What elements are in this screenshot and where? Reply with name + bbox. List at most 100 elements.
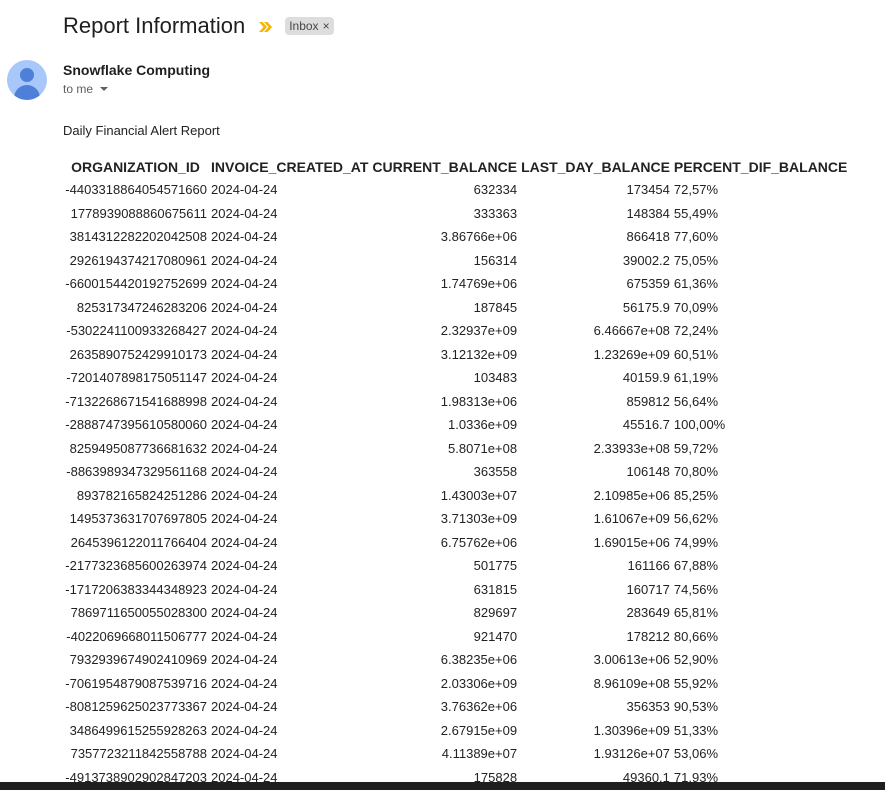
current-balance-cell: 829697 [473, 605, 518, 621]
invoice-created-at-cell: 2024-04-24 [211, 605, 278, 621]
percent-dif-balance-cell: 61,19% [673, 370, 718, 386]
last-day-balance-cell: 356353 [626, 699, 670, 715]
table-row: -8863989347329561168 2024-04-24 363558 1061… [62, 460, 849, 484]
organization-id-cell: 3486499615255928263 [69, 722, 207, 738]
last-day-balance-cell: 39002.2 [622, 252, 670, 268]
percent-dif-balance-cell: 85,25% [673, 487, 718, 503]
sender-name[interactable]: Snowflake Computing [63, 62, 210, 78]
invoice-created-at-cell: 2024-04-24 [211, 205, 278, 221]
percent-dif-balance-cell: 51,33% [673, 722, 718, 738]
invoice-created-at-cell: 2024-04-24 [211, 370, 278, 386]
last-day-balance-cell: 1.61067e+09 [593, 511, 670, 527]
organization-id-cell: 825317347246283206 [76, 299, 207, 315]
invoice-created-at-cell: 2024-04-24 [211, 417, 278, 433]
percent-dif-balance-cell: 72,57% [673, 182, 718, 198]
percent-dif-balance-cell: 65,81% [673, 605, 718, 621]
current-balance-cell: 363558 [473, 464, 518, 480]
current-balance-cell: 1.74769e+06 [440, 276, 518, 292]
current-balance-cell: 631815 [473, 581, 518, 597]
current-balance-cell: 6.75762e+06 [440, 534, 518, 550]
table-row: -4022069668011506777 2024-04-24 921470 1782… [62, 625, 849, 649]
table-row: -5302241100933268427 2024-04-24 2.32937e+0… [62, 319, 849, 343]
last-day-balance-cell: 106148 [626, 464, 670, 480]
organization-id-cell: 1495373631707697805 [69, 511, 207, 527]
inbox-label-chip[interactable]: Inbox × [285, 17, 334, 35]
column-header-last-day-balance: LAST_DAY_BALANCE [521, 158, 670, 175]
last-day-balance-cell: 1.30396e+09 [593, 722, 670, 738]
current-balance-cell: 2.67915e+09 [440, 722, 518, 738]
organization-id-cell: -8081259625023773367 [65, 699, 207, 715]
percent-dif-balance-cell: 74,56% [673, 581, 718, 597]
table-row: 2926194374217080961 2024-04-24 156314 39002… [62, 249, 849, 273]
percent-dif-balance-cell: 53,06% [673, 746, 718, 762]
percent-dif-balance-cell: 55,49% [673, 205, 718, 221]
last-day-balance-cell: 866418 [626, 229, 670, 245]
organization-id-cell: -7061954879087539716 [65, 675, 207, 691]
table-row: -4403318864054571660 2024-04-24 632334 1734… [62, 178, 849, 202]
organization-id-cell: -2177323685600263974 [65, 558, 207, 574]
organization-id-cell: -4403318864054571660 [65, 182, 207, 198]
last-day-balance-cell: 283649 [626, 605, 670, 621]
invoice-created-at-cell: 2024-04-24 [211, 722, 278, 738]
last-day-balance-cell: 859812 [626, 393, 670, 409]
sender-avatar[interactable] [7, 60, 47, 100]
current-balance-cell: 3.12132e+09 [440, 346, 518, 362]
percent-dif-balance-cell: 67,88% [673, 558, 718, 574]
table-row: 7869711650055028300 2024-04-24 829697 28364… [62, 601, 849, 625]
organization-id-cell: 7932939674902410969 [69, 652, 207, 668]
organization-id-cell: 3814312282202042508 [69, 229, 207, 245]
last-day-balance-cell: 161166 [627, 558, 670, 574]
table-row: -8081259625023773367 2024-04-24 3.76362e+0… [62, 695, 849, 719]
last-day-balance-cell: 56175.9 [622, 299, 670, 315]
percent-dif-balance-cell: 77,60% [673, 229, 718, 245]
table-row: -7132268671541688998 2024-04-24 1.98313e+0… [62, 390, 849, 414]
organization-id-cell: -4022069668011506777 [66, 628, 207, 644]
last-day-balance-cell: 675359 [626, 276, 670, 292]
current-balance-cell: 3.71303e+09 [440, 511, 518, 527]
current-balance-cell: 187845 [473, 299, 518, 315]
current-balance-cell: 632334 [473, 182, 518, 198]
current-balance-cell: 1.98313e+06 [440, 393, 518, 409]
table-row: 893782165824251286 2024-04-24 1.43003e+07 2… [62, 484, 849, 508]
organization-id-cell: 7357723211842558788 [70, 746, 207, 762]
organization-id-cell: -2888747395610580060 [65, 417, 207, 433]
percent-dif-balance-cell: 56,62% [673, 511, 718, 527]
percent-dif-balance-cell: 90,53% [673, 699, 718, 715]
percent-dif-balance-cell: 80,66% [673, 628, 718, 644]
current-balance-cell: 156314 [473, 252, 518, 268]
invoice-created-at-cell: 2024-04-24 [211, 746, 278, 762]
invoice-created-at-cell: 2024-04-24 [211, 628, 278, 644]
table-row: -6600154420192752699 2024-04-24 1.74769e+0… [62, 272, 849, 296]
invoice-created-at-cell: 2024-04-24 [211, 440, 278, 456]
table-row: 1778939088860675611 2024-04-24 333363 14838… [62, 202, 849, 226]
last-day-balance-cell: 148384 [626, 205, 670, 221]
last-day-balance-cell: 178212 [626, 628, 670, 644]
last-day-balance-cell: 6.46667e+08 [593, 323, 670, 339]
current-balance-cell: 921470 [473, 628, 518, 644]
recipient-details-toggle[interactable]: to me [63, 82, 109, 96]
last-day-balance-cell: 2.33933e+08 [593, 440, 670, 456]
percent-dif-balance-cell: 61,36% [673, 276, 718, 292]
percent-dif-balance-cell: 52,90% [673, 652, 718, 668]
chevron-down-icon[interactable] [100, 87, 109, 91]
organization-id-cell: -1717206383344348923 [65, 581, 207, 597]
subject-row: Report Information Inbox × [63, 10, 334, 42]
inbox-label-text: Inbox [289, 19, 319, 33]
last-day-balance-cell: 2.10985e+06 [593, 487, 670, 503]
table-body: -4403318864054571660 2024-04-24 632334 1734… [62, 178, 849, 789]
avatar-body-shape [14, 85, 40, 100]
last-day-balance-cell: 1.69015e+06 [593, 534, 670, 550]
table-row: -7201407898175051147 2024-04-24 103483 4015… [62, 366, 849, 390]
organization-id-cell: -7132268671541688998 [65, 393, 207, 409]
invoice-created-at-cell: 2024-04-24 [211, 464, 278, 480]
invoice-created-at-cell: 2024-04-24 [211, 323, 278, 339]
invoice-created-at-cell: 2024-04-24 [211, 487, 278, 503]
percent-dif-balance-cell: 59,72% [673, 440, 718, 456]
table-row: 825317347246283206 2024-04-24 187845 56175.… [62, 296, 849, 320]
email-subject: Report Information [63, 13, 246, 38]
percent-dif-balance-cell: 55,92% [673, 675, 718, 691]
percent-dif-balance-cell: 60,51% [673, 346, 718, 362]
importance-marker-icon[interactable] [259, 20, 273, 32]
remove-label-icon[interactable]: × [323, 18, 330, 34]
invoice-created-at-cell: 2024-04-24 [211, 229, 278, 245]
